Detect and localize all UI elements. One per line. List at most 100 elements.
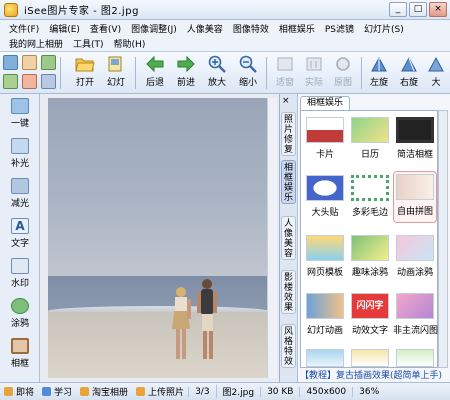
back-button[interactable]: 后退 xyxy=(140,54,170,92)
fill-light-button[interactable]: 补光 xyxy=(2,136,38,176)
template-label: 自由拼图 xyxy=(396,207,433,217)
one-click-icon xyxy=(11,98,29,114)
status-dot-icon xyxy=(42,387,52,396)
template-label: 动效文字 xyxy=(351,326,388,336)
close-button[interactable]: × xyxy=(429,2,447,17)
template-flash-image[interactable]: 非主流闪图 xyxy=(393,291,438,339)
crop-tool-icon[interactable] xyxy=(41,55,56,70)
status-link-label: 学习 xyxy=(54,388,73,398)
menu-tools[interactable]: 工具(T) xyxy=(68,37,109,50)
menu-view[interactable]: 查看(V) xyxy=(85,22,126,35)
toolbar-separator xyxy=(266,57,267,89)
open-folder-icon xyxy=(75,58,95,72)
watermark-button[interactable]: 水印 xyxy=(2,256,38,296)
menu-edit[interactable]: 编辑(E) xyxy=(44,22,85,35)
minimize-button[interactable]: _ xyxy=(389,2,407,17)
reduce-light-button[interactable]: 减光 xyxy=(2,176,38,216)
text-label: 文字 xyxy=(10,239,29,249)
rotate-left-button[interactable]: 左旋 xyxy=(364,54,394,92)
rotate-right-button[interactable]: 右旋 xyxy=(394,54,424,92)
more-button[interactable]: 大 xyxy=(424,54,448,92)
text-icon: A xyxy=(11,218,29,234)
status-page: 3/3 xyxy=(188,386,215,397)
menu-image-adjust[interactable]: 图像调整(J) xyxy=(126,22,182,35)
slideshow-animation-thumb-icon xyxy=(306,293,344,319)
doodle-button[interactable]: 涂鸦 xyxy=(2,296,38,336)
template-label: 大头贴 xyxy=(311,208,339,218)
frame-fun-panel: 相框娱乐 卡片 日历 简洁相框 大头贴 多彩毛边 自由拼图 网页模板 趣味涂鸦 … xyxy=(298,94,450,382)
partial-thumb-icon xyxy=(351,349,389,367)
canvas-scrollbar[interactable] xyxy=(267,98,277,378)
status-link-learn[interactable]: 学习 xyxy=(38,385,76,398)
template-free-collage[interactable]: 自由拼图 xyxy=(393,171,437,223)
template-calendar[interactable]: 日历 xyxy=(348,115,392,163)
beach-photo xyxy=(48,98,268,378)
status-link-taobao-album[interactable]: 淘宝相册 xyxy=(76,385,132,398)
left-tool-panel: 一键 补光 减光 A 文字 水印 涂鸦 相框 xyxy=(0,94,40,382)
menu-ps-filters[interactable]: PS滤镜 xyxy=(320,22,359,35)
zoom-in-label: 放大 xyxy=(207,78,226,88)
maximize-button[interactable]: □ xyxy=(409,2,427,17)
original-button[interactable]: 原图 xyxy=(328,54,358,92)
template-colorful-border[interactable]: 多彩毛边 xyxy=(348,173,392,221)
eraser-tool-icon[interactable] xyxy=(22,74,37,89)
one-click-label: 一键 xyxy=(10,119,29,129)
brush-tool-icon[interactable] xyxy=(3,74,18,89)
menu-online-album[interactable]: 我的网上相册 xyxy=(4,37,68,50)
template-web-page[interactable]: 网页模板 xyxy=(303,233,347,281)
menu-help[interactable]: 帮助(H) xyxy=(109,37,151,50)
partial-thumb-icon xyxy=(396,349,434,367)
zoom-in-button[interactable]: 放大 xyxy=(202,54,232,92)
template-partial[interactable] xyxy=(348,347,392,367)
actual-size-button[interactable]: 实际 xyxy=(299,54,329,92)
open-button[interactable]: 打开 xyxy=(70,54,100,92)
rotate-right-label: 右旋 xyxy=(399,78,418,88)
status-link-soon[interactable]: 即将 xyxy=(0,385,38,398)
frame-button[interactable]: 相框 xyxy=(2,336,38,376)
template-slideshow-animation[interactable]: 幻灯动画 xyxy=(303,291,347,339)
tab-frame-fun[interactable]: 相框娱乐 xyxy=(281,160,296,204)
slideshow-label: 幻灯 xyxy=(106,78,125,88)
panel-close-icon[interactable]: × xyxy=(282,96,290,106)
template-simple-frame[interactable]: 简洁相框 xyxy=(393,115,437,163)
forward-button[interactable]: 前进 xyxy=(171,54,201,92)
picker-tool-icon[interactable] xyxy=(41,74,56,89)
status-link-upload[interactable]: 上传照片 xyxy=(132,385,188,398)
template-animated-doodle[interactable]: 动画涂鸦 xyxy=(393,233,437,281)
hand-tool-icon[interactable] xyxy=(22,55,37,70)
status-dot-icon xyxy=(4,387,13,396)
template-label: 趣味涂鸦 xyxy=(351,268,388,278)
template-card[interactable]: 卡片 xyxy=(303,115,347,163)
tab-style-effects[interactable]: 风格特效 xyxy=(281,324,296,368)
menu-frame-fun[interactable]: 相框娱乐 xyxy=(274,22,320,35)
panel-tab-frame-fun[interactable]: 相框娱乐 xyxy=(300,96,351,110)
menu-image-effects[interactable]: 图像特效 xyxy=(228,22,274,35)
menu-portrait-beauty[interactable]: 人像美容 xyxy=(182,22,228,35)
frame-icon xyxy=(11,338,29,354)
template-animated-text[interactable]: 闪闪字 动效文字 xyxy=(348,291,392,339)
web-page-thumb-icon xyxy=(306,235,344,261)
select-tool-icon[interactable] xyxy=(3,55,18,70)
zoom-out-button[interactable]: 缩小 xyxy=(233,54,263,92)
template-photo-sticker[interactable]: 大头贴 xyxy=(303,173,347,221)
image-canvas[interactable] xyxy=(40,94,280,382)
tab-studio-effects[interactable]: 影楼效果 xyxy=(281,270,296,314)
template-scrollbar[interactable] xyxy=(438,110,448,368)
tab-photo-repair[interactable]: 照片修复 xyxy=(281,112,296,156)
zoom-out-label: 缩小 xyxy=(238,78,257,88)
template-partial[interactable] xyxy=(303,347,347,367)
tab-portrait-beauty[interactable]: 人像美容 xyxy=(281,216,296,260)
flash-image-thumb-icon xyxy=(396,293,434,319)
watermark-icon xyxy=(11,258,29,274)
template-fun-doodle[interactable]: 趣味涂鸦 xyxy=(348,233,392,281)
template-partial[interactable] xyxy=(393,347,437,367)
menu-file[interactable]: 文件(F) xyxy=(4,22,44,35)
fit-window-button[interactable]: 适窗 xyxy=(270,54,300,92)
status-link-label: 上传照片 xyxy=(148,388,185,398)
title-bar: iSee图片专家 - 图2.jpg _ □ × xyxy=(0,0,450,20)
tutorial-link[interactable]: 【教程】复古插画效果(超简单上手) xyxy=(300,368,448,380)
text-button[interactable]: A 文字 xyxy=(2,216,38,256)
slideshow-button[interactable]: 幻灯 xyxy=(101,54,131,92)
one-click-button[interactable]: 一键 xyxy=(2,96,38,136)
menu-slideshow[interactable]: 幻灯片(S) xyxy=(359,22,409,35)
